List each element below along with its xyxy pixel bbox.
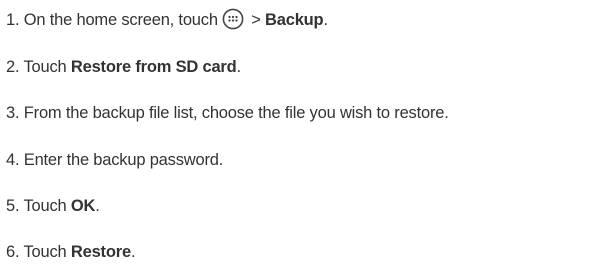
step-6: 6. Touch Restore. — [6, 242, 136, 262]
ui-label-ok: OK — [70, 197, 96, 215]
step-number: 4. — [6, 151, 20, 169]
step-text: Touch — [23, 243, 71, 261]
step-period: . — [130, 243, 136, 261]
step-number: 6. — [6, 243, 20, 261]
step-1: 1. On the home screen, touch > Backup. — [6, 8, 328, 30]
ui-label-restore: Restore — [70, 243, 131, 261]
step-text: > — [246, 11, 266, 29]
step-period: . — [95, 197, 100, 215]
step-period: . — [323, 11, 328, 29]
step-number: 1. — [6, 11, 20, 29]
ui-label-restore-from-sd-card: Restore from SD card — [70, 58, 237, 76]
step-text: Touch — [23, 197, 71, 215]
step-number: 2. — [6, 58, 20, 76]
step-text: Enter the backup password. — [23, 151, 224, 169]
step-period: . — [236, 58, 242, 76]
step-2: 2. Touch Restore from SD card. — [6, 57, 241, 77]
step-5: 5. Touch OK. — [6, 196, 100, 216]
step-3: 3. From the backup file list, choose the… — [6, 103, 449, 123]
ui-label-backup: Backup — [265, 11, 324, 29]
step-text: On the home screen, touch — [23, 11, 218, 29]
step-text: From the backup file list, choose the fi… — [23, 104, 449, 122]
step-number: 3. — [6, 104, 20, 122]
step-number: 5. — [6, 197, 20, 215]
step-4: 4. Enter the backup password. — [6, 150, 223, 170]
step-text: Touch — [23, 58, 71, 76]
apps-grid-icon — [222, 8, 244, 30]
